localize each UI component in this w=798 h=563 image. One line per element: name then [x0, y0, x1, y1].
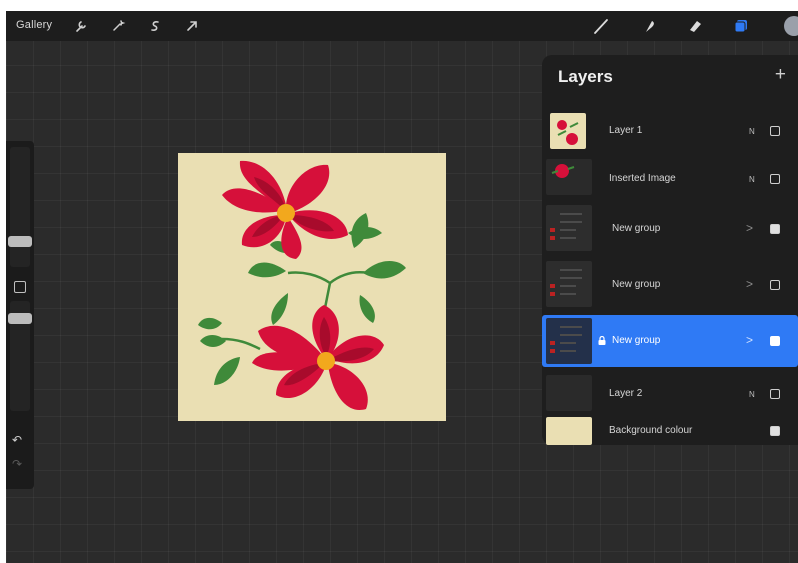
lock-icon [598, 335, 606, 347]
group-thumbnail [546, 205, 592, 251]
artwork-canvas[interactable] [178, 153, 446, 421]
add-layer-icon[interactable]: + [775, 64, 786, 86]
layer-name: Inserted Image [609, 173, 676, 184]
brush-icon[interactable] [592, 17, 610, 35]
layer-row-inserted-image[interactable]: Inserted Image N [542, 157, 798, 197]
panel-title: Layers [558, 67, 613, 86]
visibility-checkbox[interactable] [770, 426, 780, 436]
layers-panel: Layers + Layer 1 N Inserted Image N New … [542, 55, 798, 445]
group-thumbnail [546, 261, 592, 307]
chevron-right-icon[interactable]: > [746, 333, 753, 347]
visibility-checkbox[interactable] [770, 280, 780, 290]
layer-thumbnail [550, 113, 586, 149]
layer-name: Background colour [609, 425, 693, 436]
flower-artwork [198, 160, 406, 410]
group-name: New group [612, 223, 661, 234]
visibility-checkbox[interactable] [770, 126, 780, 136]
left-sidebar: ↶ ↷ [6, 141, 34, 489]
opacity-slider[interactable] [8, 301, 32, 411]
chevron-right-icon[interactable]: > [746, 221, 753, 235]
top-toolbar: Gallery [6, 11, 798, 41]
layer-row-group[interactable]: New group > [542, 259, 798, 309]
layers-icon[interactable] [732, 17, 750, 35]
visibility-checkbox[interactable] [770, 389, 780, 399]
layer-row-group[interactable]: New group > [542, 203, 798, 253]
wrench-icon[interactable] [72, 17, 90, 35]
procreate-app: Gallery ↶ ↷ Layers + Layer 1 N Inserted … [6, 11, 798, 563]
opacity-knob[interactable] [8, 313, 32, 324]
group-name: New group [612, 279, 661, 290]
top-flower-center [277, 204, 295, 222]
blend-mode-label[interactable]: N [749, 175, 755, 184]
layer-thumbnail [546, 375, 592, 411]
redo-button[interactable]: ↷ [12, 457, 22, 471]
blend-mode-label[interactable]: N [749, 127, 755, 136]
visibility-checkbox[interactable] [770, 174, 780, 184]
smudge-icon[interactable] [640, 17, 658, 35]
background-colour-swatch[interactable] [546, 417, 592, 445]
brush-size-slider[interactable] [8, 147, 32, 267]
color-circle-icon[interactable] [784, 16, 798, 36]
undo-button[interactable]: ↶ [12, 433, 22, 447]
blend-mode-label[interactable]: N [749, 390, 755, 399]
layer-thumbnail [546, 159, 592, 195]
gallery-button[interactable]: Gallery [16, 19, 52, 31]
layer-name: Layer 2 [609, 388, 643, 399]
visibility-checkbox[interactable] [770, 336, 780, 346]
brush-size-knob[interactable] [8, 236, 32, 247]
chevron-right-icon[interactable]: > [746, 277, 753, 291]
modify-square-button[interactable] [14, 281, 26, 293]
layer-row-layer-2[interactable]: Layer 2 N [542, 373, 798, 413]
layer-row-group-selected[interactable]: New group > [542, 315, 798, 367]
selection-s-icon[interactable] [146, 17, 164, 35]
group-name: New group [612, 335, 661, 346]
bottom-flower-center [317, 352, 335, 370]
magic-wand-icon[interactable] [109, 17, 127, 35]
layer-row-background-colour[interactable]: Background colour [542, 415, 798, 445]
layer-row-layer-1[interactable]: Layer 1 N [542, 111, 798, 151]
layer-name: Layer 1 [609, 125, 643, 136]
group-thumbnail [546, 318, 592, 364]
move-arrow-icon[interactable] [183, 17, 201, 35]
visibility-checkbox[interactable] [770, 224, 780, 234]
eraser-icon[interactable] [686, 17, 704, 35]
